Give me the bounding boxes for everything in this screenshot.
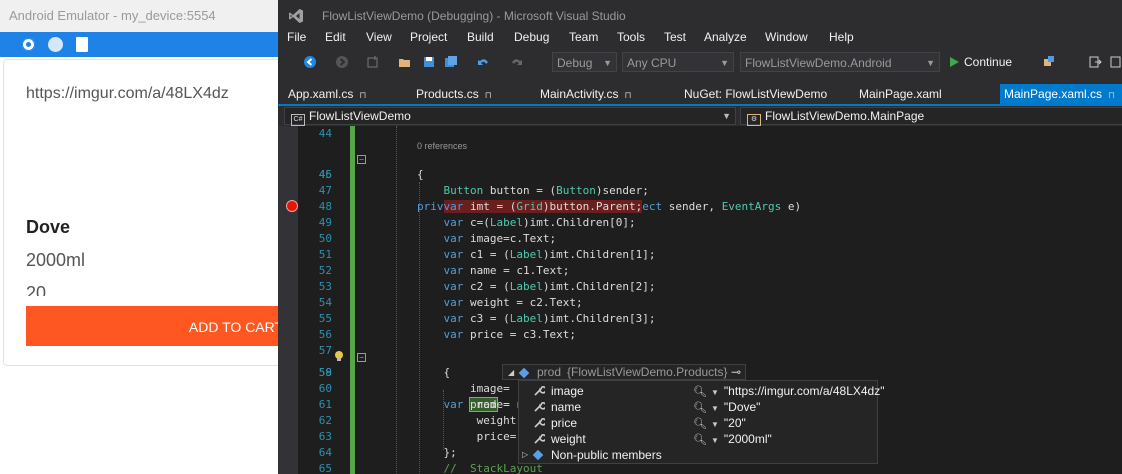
solution-configuration-dropdown[interactable]: Debug ▼: [552, 52, 617, 72]
product-card: https://imgur.com/a/48LX4dz Dove 2000ml …: [3, 59, 278, 366]
class-dropdown[interactable]: ⚙ FlowListViewDemo.MainPage: [740, 107, 1122, 126]
menu-window[interactable]: Window: [765, 30, 808, 44]
menu-tools[interactable]: Tools: [617, 30, 645, 44]
process-icon[interactable]: [1042, 55, 1056, 69]
save-all-icon[interactable]: [444, 55, 458, 69]
magnifier-icon[interactable]: 🔍︎: [693, 434, 707, 446]
collapse-icon[interactable]: −: [357, 155, 366, 164]
navigation-bar: C# FlowListViewDemo ▼ ⚙ FlowListViewDemo.Ma…: [278, 106, 1122, 126]
emulator-toolbar: [0, 32, 278, 57]
datatip-row-weight[interactable]: weight 🔍︎ ▼ "2000ml": [519, 431, 877, 447]
chevron-down-icon: ▼: [720, 58, 729, 68]
code-line-breakpoint: 48 var imt = (Grid)button.Parent;: [318, 200, 643, 213]
product-price: 20: [26, 283, 47, 296]
product-image-url: https://imgur.com/a/48LX4dz: [26, 85, 229, 102]
datatip-row-non-public[interactable]: ▷ Non-public members: [519, 447, 877, 463]
startup-project-dropdown[interactable]: FlowListViewDemo.Android ▼: [740, 52, 940, 72]
pin-icon[interactable]: ⊓: [1108, 90, 1115, 100]
new-project-icon[interactable]: [366, 55, 380, 69]
class-icon: ⚙: [747, 114, 761, 126]
wrench-icon: [534, 386, 545, 396]
code-line: 45 − private void Button_Clicked_1(objec…: [318, 155, 802, 213]
datatip-row-name[interactable]: name 🔍︎ ▼ "Dove": [519, 399, 877, 415]
visual-studio-logo-icon: [289, 9, 303, 23]
code-line-current: 58 − var prod = new Products(): [318, 353, 609, 412]
wrench-icon: [534, 434, 545, 444]
gear-icon[interactable]: [21, 37, 36, 52]
add-to-cart-button[interactable]: ADD TO CART: [26, 306, 278, 346]
step-into-icon[interactable]: [1088, 55, 1102, 69]
csharp-project-icon: C#: [291, 114, 305, 126]
menu-view[interactable]: View: [366, 30, 392, 44]
tab-mainpage-xaml[interactable]: MainPage.xaml: [849, 84, 1000, 104]
tab-mainactivity-cs[interactable]: MainActivity.cs ⊓: [530, 84, 674, 104]
continue-button[interactable]: Continue: [948, 52, 1012, 72]
menu-build[interactable]: Build: [467, 30, 494, 44]
open-folder-icon[interactable]: [398, 55, 412, 69]
datatip-row-price[interactable]: price 🔍︎ ▼ "20": [519, 415, 877, 431]
chevron-down-icon[interactable]: ▼: [711, 404, 719, 413]
codelens-references[interactable]: 0 references: [417, 141, 467, 151]
magnifier-icon[interactable]: 🔍︎: [693, 402, 707, 414]
collapse-triangle-icon[interactable]: ◢: [508, 365, 514, 380]
chevron-down-icon[interactable]: ▼: [711, 388, 719, 397]
redo-icon[interactable]: [510, 55, 524, 69]
window-title: FlowListViewDemo (Debugging) - Microsoft…: [322, 9, 626, 23]
menu-project[interactable]: Project: [410, 30, 447, 44]
datatip-members: image 🔍︎ ▼ "https://imgur.com/a/48LX4dz" n…: [518, 380, 885, 464]
emulator-title: Android Emulator - my_device:5554: [0, 0, 278, 32]
chevron-down-icon[interactable]: ▼: [711, 436, 719, 445]
chevron-down-icon[interactable]: ▼: [711, 420, 719, 429]
solution-platform-dropdown[interactable]: Any CPU ▼: [622, 52, 734, 72]
pin-icon[interactable]: ⊓: [359, 90, 366, 100]
product-weight: 2000ml: [26, 250, 86, 270]
toolbar-overflow-icon[interactable]: [1108, 55, 1122, 69]
android-emulator-window: Android Emulator - my_device:5554 https:…: [0, 0, 279, 474]
chevron-down-icon: ▼: [722, 111, 731, 121]
magnifier-icon[interactable]: 🔍︎: [693, 386, 707, 398]
change-tracking-bar: [350, 126, 355, 474]
tab-mainpage-xaml-cs[interactable]: MainPage.xaml.cs ⊓: [1000, 84, 1122, 104]
pin-icon[interactable]: ⊓: [485, 90, 492, 100]
document-tabs: App.xaml.cs ⊓ Products.cs ⊓ MainActivity.c…: [278, 84, 1122, 106]
sd-card-icon[interactable]: [76, 37, 88, 52]
vs-title-bar: FlowListViewDemo (Debugging) - Microsoft…: [278, 0, 1122, 32]
object-icon: [532, 449, 544, 461]
back-icon[interactable]: [303, 55, 317, 69]
datatip-row-image[interactable]: image 🔍︎ ▼ "https://imgur.com/a/48LX4dz": [519, 383, 885, 399]
menu-test[interactable]: Test: [664, 30, 686, 44]
collapse-icon[interactable]: −: [357, 353, 366, 362]
menu-debug[interactable]: Debug: [514, 30, 549, 44]
menu-analyze[interactable]: Analyze: [704, 30, 747, 44]
visual-studio-window: FlowListViewDemo (Debugging) - Microsoft…: [278, 0, 1122, 474]
pin-icon[interactable]: ⊓: [624, 90, 631, 100]
circle-icon[interactable]: [48, 37, 63, 52]
product-name: Dove: [26, 217, 71, 237]
chevron-down-icon: ▼: [926, 58, 935, 68]
expand-triangle-icon[interactable]: ▷: [522, 447, 528, 463]
object-icon: [518, 367, 530, 379]
chevron-down-icon: ▼: [603, 58, 612, 68]
standard-toolbar: Debug ▼ Any CPU ▼ FlowListViewDemo.Android…: [278, 50, 1122, 76]
tab-nuget-flowlistviewdemo[interactable]: NuGet: FlowListViewDemo: [674, 84, 849, 104]
tab-products-cs[interactable]: Products.cs ⊓: [406, 84, 530, 104]
wrench-icon: [534, 402, 545, 412]
datatip-header[interactable]: ◢ prod {FlowListViewDemo.Products} ⊸: [502, 364, 746, 380]
magnifier-icon[interactable]: 🔍︎: [693, 418, 707, 430]
menu-edit[interactable]: Edit: [325, 30, 346, 44]
forward-icon[interactable]: [335, 55, 349, 69]
indent-guide: [396, 126, 397, 474]
menu-file[interactable]: File: [287, 30, 306, 44]
tab-app-xaml-cs[interactable]: App.xaml.cs ⊓: [278, 84, 406, 104]
wrench-icon: [534, 418, 545, 428]
project-dropdown[interactable]: C# FlowListViewDemo ▼: [284, 107, 736, 126]
pin-datatip-icon[interactable]: ⊸: [731, 365, 741, 380]
undo-icon[interactable]: [476, 55, 490, 69]
menu-help[interactable]: Help: [829, 30, 854, 44]
menu-team[interactable]: Team: [569, 30, 598, 44]
save-icon[interactable]: [422, 55, 436, 69]
